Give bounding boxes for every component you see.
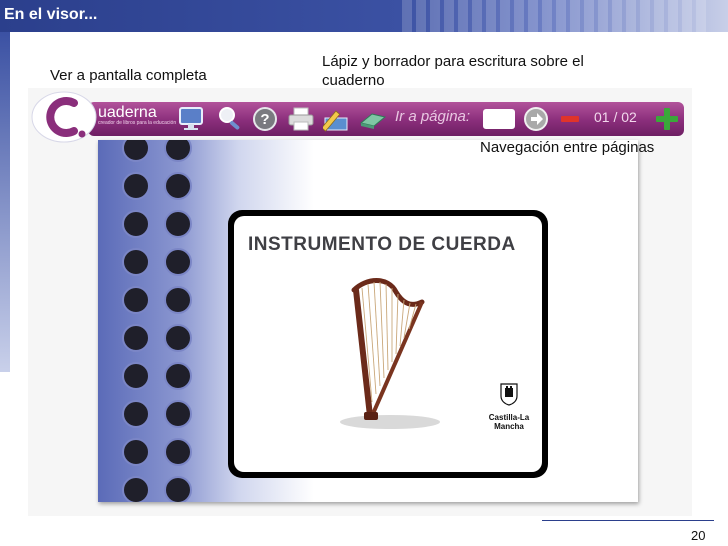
- pencil-annotation: Lápiz y borrador para escritura sobre el…: [322, 52, 584, 90]
- fullscreen-annotation: Ver a pantalla completa: [50, 67, 207, 84]
- footer-line: [542, 520, 714, 521]
- content-card-inner: INSTRUMENTO DE CUERDA Castilla-La Mancha: [234, 216, 542, 472]
- cuaderna-logo-icon: [31, 91, 97, 143]
- goto-page-button[interactable]: [521, 104, 551, 134]
- pencil-annotation-line1: Lápiz y borrador para escritura sobre el: [322, 53, 584, 70]
- printer-icon: [288, 107, 314, 131]
- magnifier-icon: [219, 107, 240, 130]
- fullscreen-button[interactable]: [176, 104, 206, 134]
- monitor-icon: [179, 107, 203, 130]
- goto-page-input[interactable]: [483, 109, 515, 129]
- brand-tagline: creador de libros para la educación: [98, 120, 177, 126]
- pencil-icon: [323, 110, 348, 132]
- slide-title: En el visor...: [4, 6, 98, 23]
- slide-title-bar: En el visor...: [0, 0, 728, 32]
- svg-text:?: ?: [260, 111, 269, 128]
- zoom-button[interactable]: [214, 104, 244, 134]
- previous-page-button[interactable]: [555, 104, 585, 134]
- goto-page-label: Ir a página:: [395, 108, 471, 125]
- slide-page-number: 20: [691, 528, 706, 543]
- plus-icon: [656, 108, 678, 130]
- castilla-la-mancha-logo: Castilla-La Mancha: [482, 382, 536, 431]
- viewer-toolbar: uaderna creador de libros para la educac…: [28, 88, 692, 144]
- document-page: INSTRUMENTO DE CUERDA Castilla-La Mancha: [98, 140, 638, 502]
- brand-name: uaderna creador de libros para la educac…: [98, 104, 176, 126]
- title-bar-stripes: [398, 0, 728, 32]
- next-page-button[interactable]: [652, 104, 682, 134]
- card-title: INSTRUMENTO DE CUERDA: [248, 234, 516, 255]
- minus-icon: [561, 116, 579, 122]
- help-icon: ?: [253, 107, 277, 131]
- logo-text: Castilla-La Mancha: [488, 413, 530, 431]
- navigation-annotation: Navegación entre páginas: [480, 139, 655, 156]
- brand-name-text: uaderna: [98, 104, 157, 121]
- next-arrow-icon: [524, 107, 548, 131]
- eraser-icon: [359, 113, 387, 129]
- help-button[interactable]: ?: [250, 104, 280, 134]
- content-card: INSTRUMENTO DE CUERDA Castilla-La Mancha: [228, 210, 548, 478]
- print-button[interactable]: [286, 104, 316, 134]
- left-edge-decoration: [0, 32, 10, 372]
- pencil-button[interactable]: [322, 104, 352, 134]
- page-counter: 01 / 02: [594, 109, 637, 125]
- eraser-button[interactable]: [358, 104, 388, 134]
- dot-grid-decoration: [122, 140, 192, 502]
- crest-icon: [500, 383, 518, 406]
- harp-image: [340, 278, 440, 429]
